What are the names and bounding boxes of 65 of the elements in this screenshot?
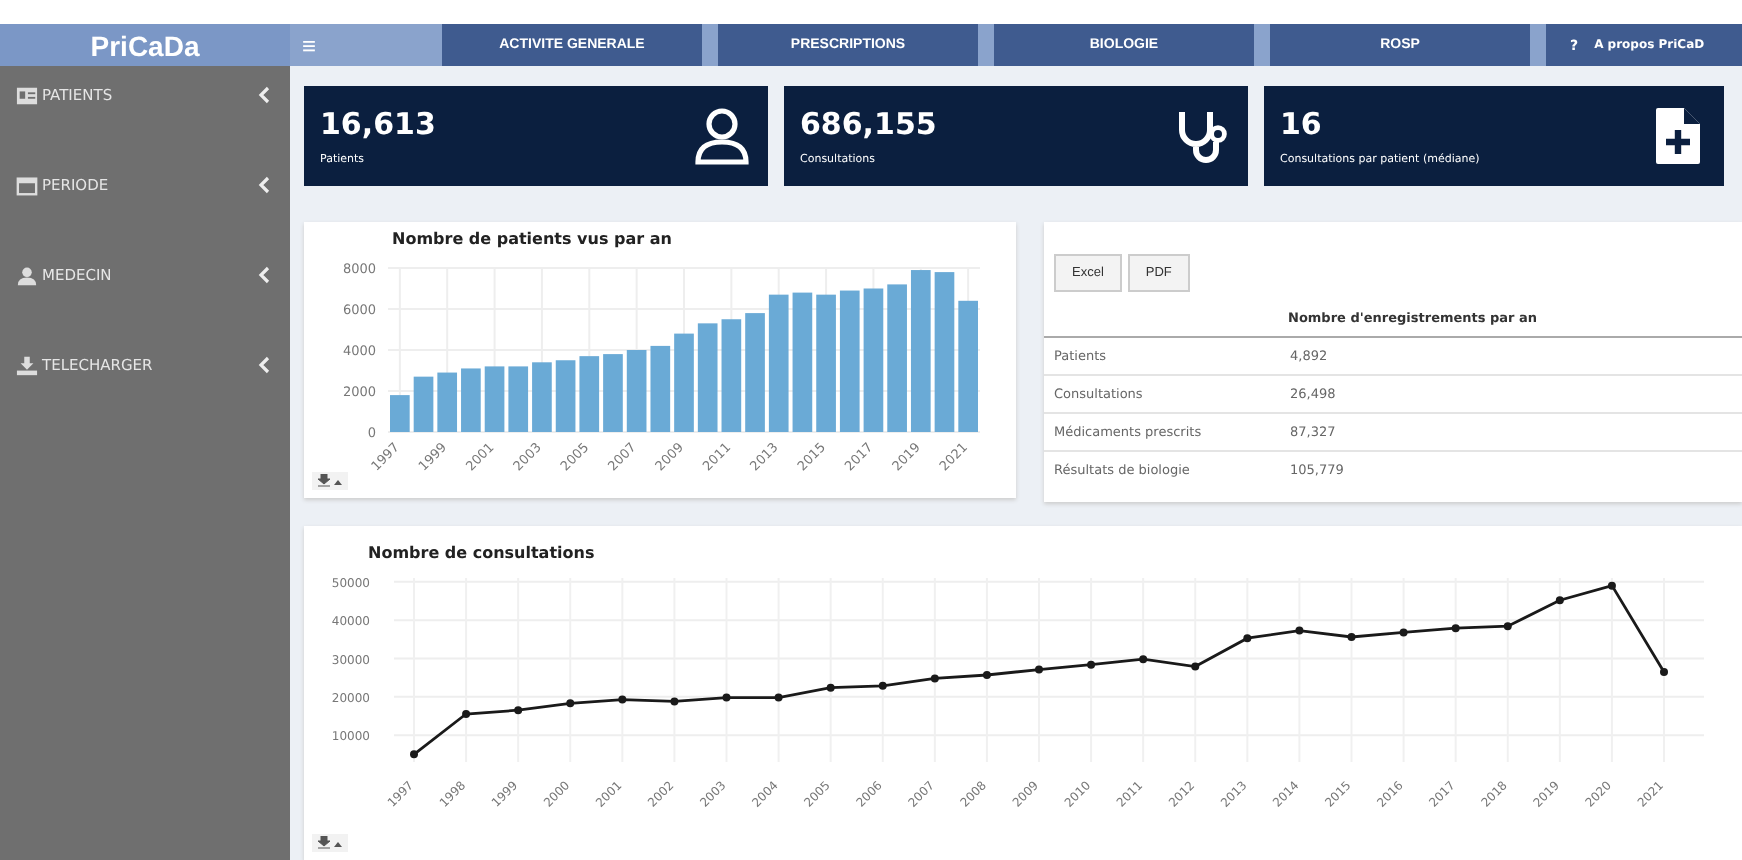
download-icon: [16, 356, 38, 376]
data-point: [1191, 662, 1200, 671]
data-point: [1555, 596, 1564, 605]
chart-bar: [768, 294, 789, 432]
chart-bar: [816, 294, 836, 432]
data-point: [1087, 660, 1096, 669]
chart-bar: [863, 288, 884, 432]
chart-title: Nombre de patients vus par an: [390, 228, 674, 248]
download-caret-icon: [316, 474, 344, 488]
chart-bar: [413, 376, 434, 432]
download-caret-icon: [316, 836, 344, 850]
chart-bar: [579, 356, 600, 432]
chart-bar: [437, 372, 458, 432]
chart-bar: [792, 292, 813, 432]
data-point: [1451, 624, 1460, 633]
chart-bar: [508, 366, 529, 432]
chart-bar: [721, 319, 742, 432]
data-point: [670, 697, 679, 706]
data-point: [514, 706, 523, 715]
data-point: [1035, 665, 1043, 674]
user-icon: [16, 266, 38, 286]
chevron-left-icon: [258, 266, 270, 284]
chart-bar: [532, 362, 552, 432]
data-point: [1295, 626, 1304, 635]
data-point: [1503, 622, 1512, 631]
stat-value: 686,155: [800, 106, 937, 142]
chart-title: Nombre de consultations: [366, 542, 597, 566]
data-point: [1139, 655, 1148, 664]
chart-bar: [650, 345, 671, 432]
export-menu-button[interactable]: [312, 834, 348, 852]
data-point: [410, 750, 418, 759]
chevron-left-icon: [258, 86, 270, 104]
data-point: [1607, 581, 1616, 590]
stat-value: 16,613: [320, 106, 436, 142]
data-point: [618, 695, 627, 704]
chart-bar: [958, 300, 978, 432]
data-point: [1399, 628, 1408, 637]
id-card-icon: [16, 86, 38, 106]
stat-value: 16: [1280, 106, 1324, 142]
chart-bar: [697, 323, 718, 432]
data-point: [462, 710, 471, 719]
data-point: [826, 683, 835, 692]
data-point: [1660, 667, 1668, 676]
data-point: [566, 699, 575, 708]
chart-bar: [626, 350, 647, 432]
chevron-left-icon: [258, 176, 270, 194]
data-point: [722, 693, 731, 702]
data-point: [930, 674, 939, 683]
data-point: [1243, 634, 1252, 643]
export-menu-button[interactable]: [312, 472, 348, 490]
data-point: [774, 693, 783, 702]
chart-bar: [603, 354, 623, 432]
chart-bar: [461, 368, 481, 432]
chart-bar: [555, 360, 576, 432]
calendar-icon: [16, 176, 38, 196]
chart-bar: [745, 313, 765, 432]
person-icon: [692, 106, 752, 166]
data-point: [982, 671, 991, 679]
data-point: [878, 681, 887, 690]
chart-bar: [390, 395, 410, 432]
data-point: [1347, 633, 1356, 642]
chart-bar: [839, 290, 860, 432]
chart-bar: [484, 366, 505, 432]
chevron-left-icon: [258, 356, 270, 374]
chart-bar: [674, 333, 694, 432]
